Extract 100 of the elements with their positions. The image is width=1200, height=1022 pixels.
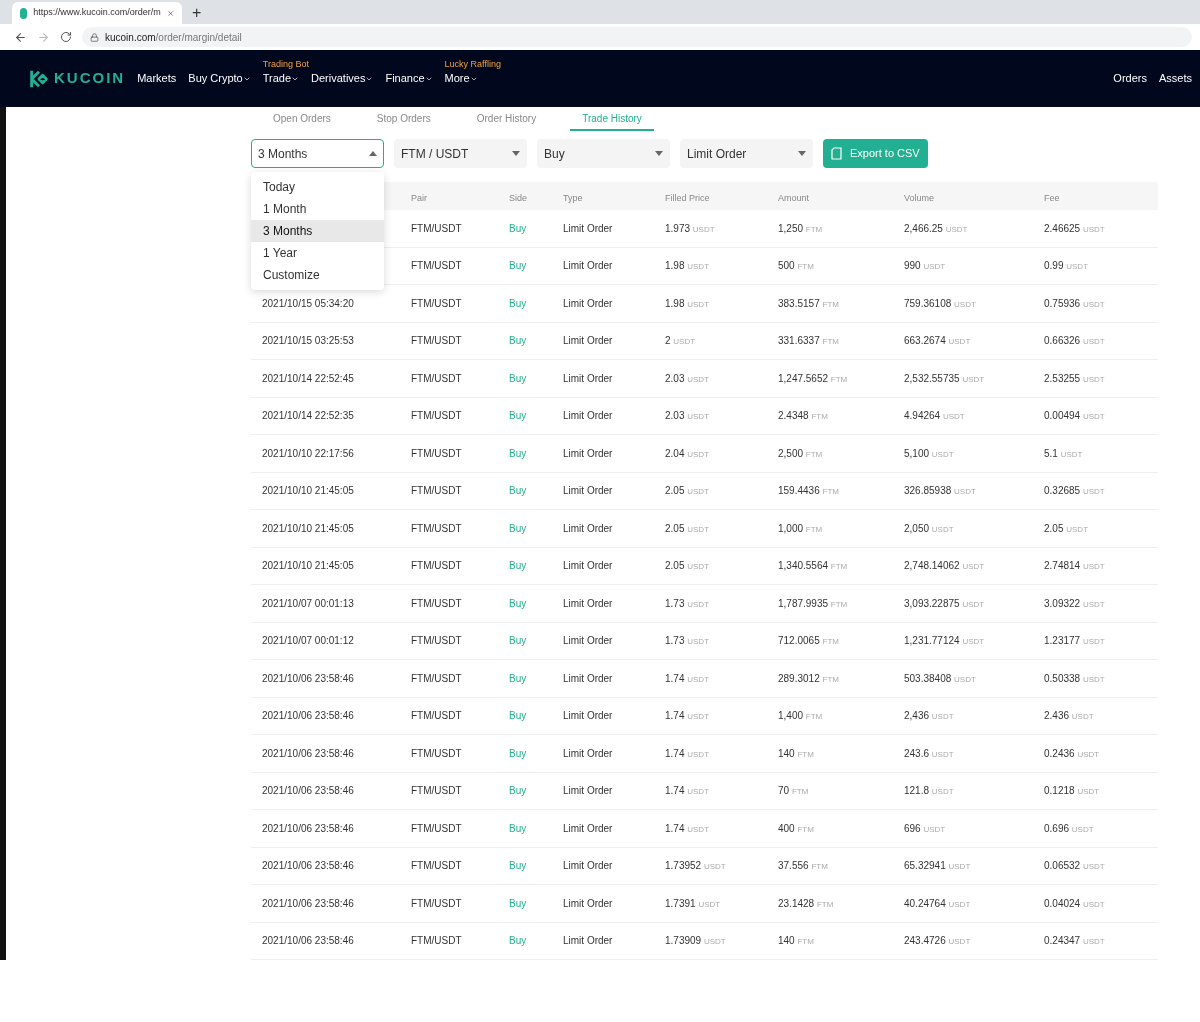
- table-cell: Limit Order: [563, 635, 613, 647]
- table-cell: 0.32685 USDT: [1044, 485, 1105, 497]
- table-cell: 1.98 USDT: [665, 260, 710, 272]
- nav-link[interactable]: Finance: [385, 70, 433, 87]
- table-cell: 2,466.25 USDT: [904, 222, 968, 234]
- table-cell: 1,250 FTM: [778, 222, 823, 234]
- table-cell: FTM/USDT: [411, 710, 462, 722]
- filter-select[interactable]: FTM / USDT: [394, 139, 527, 168]
- table-cell: 1.73 USDT: [665, 597, 710, 609]
- new-tab-button[interactable]: +: [182, 5, 212, 24]
- table-cell: 0.696 USDT: [1044, 822, 1094, 834]
- table-cell: 70 FTM: [778, 785, 809, 797]
- table-cell: 1,000 FTM: [778, 522, 823, 534]
- column-header: Volume: [904, 193, 935, 203]
- table-cell: 0.24347 USDT: [1044, 935, 1105, 947]
- table-cell: 331.6337 FTM: [778, 335, 839, 347]
- document-icon: [831, 147, 842, 160]
- reload-icon[interactable]: [60, 31, 72, 43]
- table-cell: 1.74 USDT: [665, 785, 710, 797]
- table-cell: 2.53255 USDT: [1044, 372, 1105, 384]
- table-cell: 2.05 USDT: [1044, 522, 1089, 534]
- address-bar[interactable]: kucoin.com/order/margin/detail: [82, 27, 1192, 47]
- filter-select[interactable]: Limit Order: [680, 139, 813, 168]
- table-cell: Buy: [509, 747, 527, 759]
- nav-link[interactable]: More: [444, 70, 478, 87]
- table-cell: 37.556 FTM: [778, 860, 828, 872]
- dropdown-option[interactable]: Customize: [251, 264, 384, 286]
- filter-select[interactable]: Buy: [537, 139, 670, 168]
- table-cell: Buy: [509, 447, 527, 459]
- table-cell: 2021/10/06 23:58:46: [262, 935, 354, 947]
- table-cell: 121.8 USDT: [904, 785, 954, 797]
- address-text: kucoin.com/order/margin/detail: [105, 30, 242, 45]
- table-cell: Limit Order: [563, 447, 613, 459]
- caret-down-icon: [655, 151, 663, 156]
- table-cell: 2.74814 USDT: [1044, 560, 1105, 572]
- table-cell: 243.4726 USDT: [904, 935, 971, 947]
- table-cell: FTM/USDT: [411, 222, 462, 234]
- table-cell: 1.23177 USDT: [1044, 635, 1105, 647]
- dropdown-option[interactable]: 1 Month: [251, 198, 384, 220]
- nav-link[interactable]: Orders: [1113, 70, 1147, 87]
- table-cell: Limit Order: [563, 597, 613, 609]
- table-cell: 1.74 USDT: [665, 822, 710, 834]
- table-cell: 0.04024 USDT: [1044, 897, 1105, 909]
- table-cell: FTM/USDT: [411, 410, 462, 422]
- table-cell: 2021/10/06 23:58:46: [262, 860, 354, 872]
- tab[interactable]: Stop Orders: [364, 107, 443, 131]
- back-icon[interactable]: [14, 30, 27, 44]
- logo-text: KUCOIN: [54, 68, 126, 89]
- table-cell: 2021/10/06 23:58:46: [262, 747, 354, 759]
- table-cell: 2021/10/06 23:58:46: [262, 822, 354, 834]
- filter-select[interactable]: 3 Months: [251, 139, 384, 168]
- dropdown-option[interactable]: Today: [251, 176, 384, 198]
- table-cell: 696 USDT: [904, 822, 946, 834]
- table-cell: FTM/USDT: [411, 485, 462, 497]
- table-cell: Limit Order: [563, 672, 613, 684]
- table-cell: 0.50338 USDT: [1044, 672, 1105, 684]
- table-cell: FTM/USDT: [411, 372, 462, 384]
- table-cell: 2021/10/06 23:58:46: [262, 897, 354, 909]
- table-cell: Buy: [509, 410, 527, 422]
- table-cell: FTM/USDT: [411, 635, 462, 647]
- table-cell: 0.1218 USDT: [1044, 785, 1100, 797]
- tab[interactable]: Open Orders: [261, 107, 343, 131]
- table-cell: 2.04 USDT: [665, 447, 710, 459]
- nav-link[interactable]: Derivatives: [311, 70, 374, 87]
- table-cell: FTM/USDT: [411, 785, 462, 797]
- table-cell: Buy: [509, 597, 527, 609]
- table-cell: FTM/USDT: [411, 935, 462, 947]
- nav-link[interactable]: Markets: [137, 70, 177, 87]
- table-cell: 2,748.14062 USDT: [904, 560, 985, 572]
- nav-link[interactable]: Trade: [262, 70, 300, 87]
- table-cell: 1.73952 USDT: [665, 860, 726, 872]
- table-cell: 0.75936 USDT: [1044, 297, 1105, 309]
- table-cell: Buy: [509, 260, 527, 272]
- table-cell: Buy: [509, 860, 527, 872]
- table-cell: 663.2674 USDT: [904, 335, 971, 347]
- table-cell: Buy: [509, 222, 527, 234]
- table-cell: 759.36108 USDT: [904, 297, 976, 309]
- browser-tab[interactable]: https://www.kucoin.com/order/m: [12, 2, 182, 24]
- tab[interactable]: Order History: [464, 107, 549, 131]
- dropdown-option[interactable]: 3 Months: [251, 220, 384, 242]
- table-cell: 2.4348 FTM: [778, 410, 828, 422]
- table-cell: 712.0065 FTM: [778, 635, 839, 647]
- table-cell: 326.85938 USDT: [904, 485, 976, 497]
- table-cell: 0.99 USDT: [1044, 260, 1089, 272]
- nav-link[interactable]: Buy Crypto: [188, 70, 251, 87]
- table-cell: Limit Order: [563, 897, 613, 909]
- table-cell: 2.436 USDT: [1044, 710, 1094, 722]
- table-cell: 3,093.22875 USDT: [904, 597, 985, 609]
- nav-link[interactable]: Assets: [1159, 70, 1192, 87]
- table-cell: 1.73909 USDT: [665, 935, 726, 947]
- table-cell: 0.2436 USDT: [1044, 747, 1100, 759]
- table-cell: 2,532.55735 USDT: [904, 372, 985, 384]
- table-cell: 2021/10/07 00:01:13: [262, 597, 354, 609]
- table-cell: Limit Order: [563, 935, 613, 947]
- dropdown-option[interactable]: 1 Year: [251, 242, 384, 264]
- table-cell: Buy: [509, 522, 527, 534]
- column-header: Pair: [411, 193, 427, 203]
- table-cell: 289.3012 FTM: [778, 672, 839, 684]
- table-cell: Buy: [509, 672, 527, 684]
- table-cell: Buy: [509, 485, 527, 497]
